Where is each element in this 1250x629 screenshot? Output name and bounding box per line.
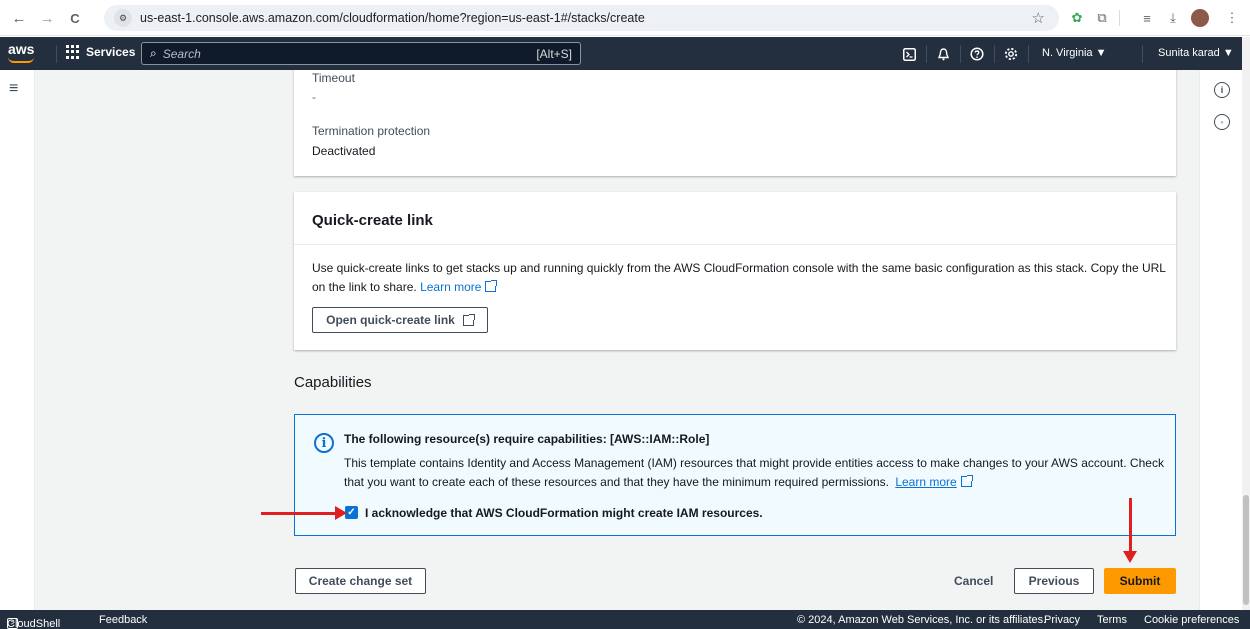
console-footer: > CloudShell Feedback © 2024, Amazon Web … [0,610,1250,629]
extension-icon[interactable]: ✿ [1067,8,1087,28]
annotation-arrow-checkbox [261,506,347,520]
submit-button[interactable]: Submit [1104,568,1176,594]
feedback-link[interactable]: Feedback [99,614,147,626]
quick-create-title: Quick-create link [312,212,433,229]
capabilities-learn-more-link[interactable]: Learn more [895,475,956,489]
nav-divider [994,45,995,63]
services-menu-button[interactable]: Services [66,45,135,59]
create-change-set-label: Create change set [308,574,413,588]
info-icon: i [314,433,334,453]
cloudshell-icon[interactable] [900,45,918,63]
copyright-text: © 2024, Amazon Web Services, Inc. or its… [797,614,1047,626]
site-info-icon[interactable]: ⚙ [114,9,132,27]
termination-protection-value: Deactivated [312,144,376,158]
aws-smile-icon [8,57,34,63]
reload-icon[interactable]: C [64,7,86,29]
aws-logo-text: aws [8,41,35,57]
nav-divider [926,45,927,63]
termination-protection-label: Termination protection [312,124,431,138]
acknowledge-iam-label[interactable]: I acknowledge that AWS CloudFormation mi… [365,506,763,520]
annotation-arrow-submit [1123,498,1137,563]
quick-create-card: Quick-create link Use quick-create links… [294,192,1176,350]
nav-divider [960,45,961,63]
quick-create-description: Use quick-create links to get stacks up … [312,259,1172,297]
url-text[interactable]: us-east-1.console.aws.amazon.com/cloudfo… [140,11,645,25]
capabilities-alert-body: This template contains Identity and Acce… [344,454,1166,492]
capabilities-info-alert: i The following resource(s) require capa… [294,414,1176,536]
stack-details-card: Timeout - Termination protection Deactiv… [294,70,1176,176]
info-panel-icon[interactable]: i [1214,82,1230,98]
card-divider [294,244,1176,245]
feedback-panel-icon[interactable]: ◦ [1214,114,1230,130]
quick-create-learn-more-link[interactable]: Learn more [420,280,481,294]
forward-icon[interactable]: → [36,7,58,29]
reading-list-icon[interactable]: ≡ [1137,8,1157,28]
previous-label: Previous [1028,574,1080,588]
aws-logo[interactable]: aws [8,41,35,63]
settings-gear-icon[interactable] [1002,45,1020,63]
submit-label: Submit [1119,574,1161,588]
browser-toolbar: ← → C ⚙ us-east-1.console.aws.amazon.com… [0,0,1250,36]
profile-avatar[interactable] [1190,8,1210,28]
capabilities-alert-title: The following resource(s) require capabi… [344,432,710,446]
open-quick-create-link-label: Open quick-create link [326,313,455,327]
main-content: Timeout - Termination protection Deactiv… [35,70,1199,610]
timeout-label: Timeout [312,71,355,85]
back-icon[interactable]: ← [8,7,30,29]
previous-button[interactable]: Previous [1014,568,1094,594]
address-bar[interactable]: ⚙ us-east-1.console.aws.amazon.com/cloud… [104,5,1059,31]
help-icon[interactable] [968,45,986,63]
timeout-value: - [312,90,316,104]
aws-top-nav: aws Services ⌕ Search [Alt+S] N. Virgini… [0,37,1242,70]
services-grid-icon [66,45,80,59]
browser-menu-icon[interactable]: ⋮ [1222,8,1242,28]
nav-divider [56,45,57,63]
page-scrollbar-thumb[interactable] [1243,495,1249,605]
terms-link[interactable]: Terms [1097,614,1127,626]
services-label: Services [86,45,136,59]
nav-divider [1142,45,1143,63]
download-icon[interactable]: ⤓ [1163,8,1183,28]
notifications-bell-icon[interactable] [934,45,952,63]
cookie-preferences-link[interactable]: Cookie preferences [1144,614,1239,626]
external-link-icon [485,280,498,292]
search-input[interactable]: ⌕ Search [Alt+S] [141,42,581,65]
capabilities-heading: Capabilities [294,374,372,391]
external-link-icon [462,313,475,326]
external-link-icon [960,475,973,487]
cloudshell-label: CloudShell [7,618,61,629]
cancel-button[interactable]: Cancel [954,574,993,588]
search-shortcut: [Alt+S] [536,47,572,61]
capabilities-alert-text: This template contains Identity and Acce… [344,456,1164,489]
account-menu[interactable]: Sunita karad ▼ [1158,47,1234,59]
search-icon: ⌕ [150,46,157,60]
toolbar-divider [1119,10,1120,26]
utility-panel-rail: i ◦ [1199,70,1242,610]
create-change-set-button[interactable]: Create change set [295,568,426,594]
menu-hamburger-icon[interactable]: ≡ [9,80,18,98]
nav-divider [1028,45,1029,63]
bookmark-star-icon[interactable]: ☆ [1032,9,1045,27]
search-placeholder: Search [162,46,201,61]
open-quick-create-link-button[interactable]: Open quick-create link [312,307,488,333]
privacy-link[interactable]: Privacy [1044,614,1080,626]
puzzle-extensions-icon[interactable]: ⧉ [1092,8,1112,28]
side-navigation-rail: ≡ [0,70,35,610]
region-selector[interactable]: N. Virginia ▼ [1042,47,1107,59]
